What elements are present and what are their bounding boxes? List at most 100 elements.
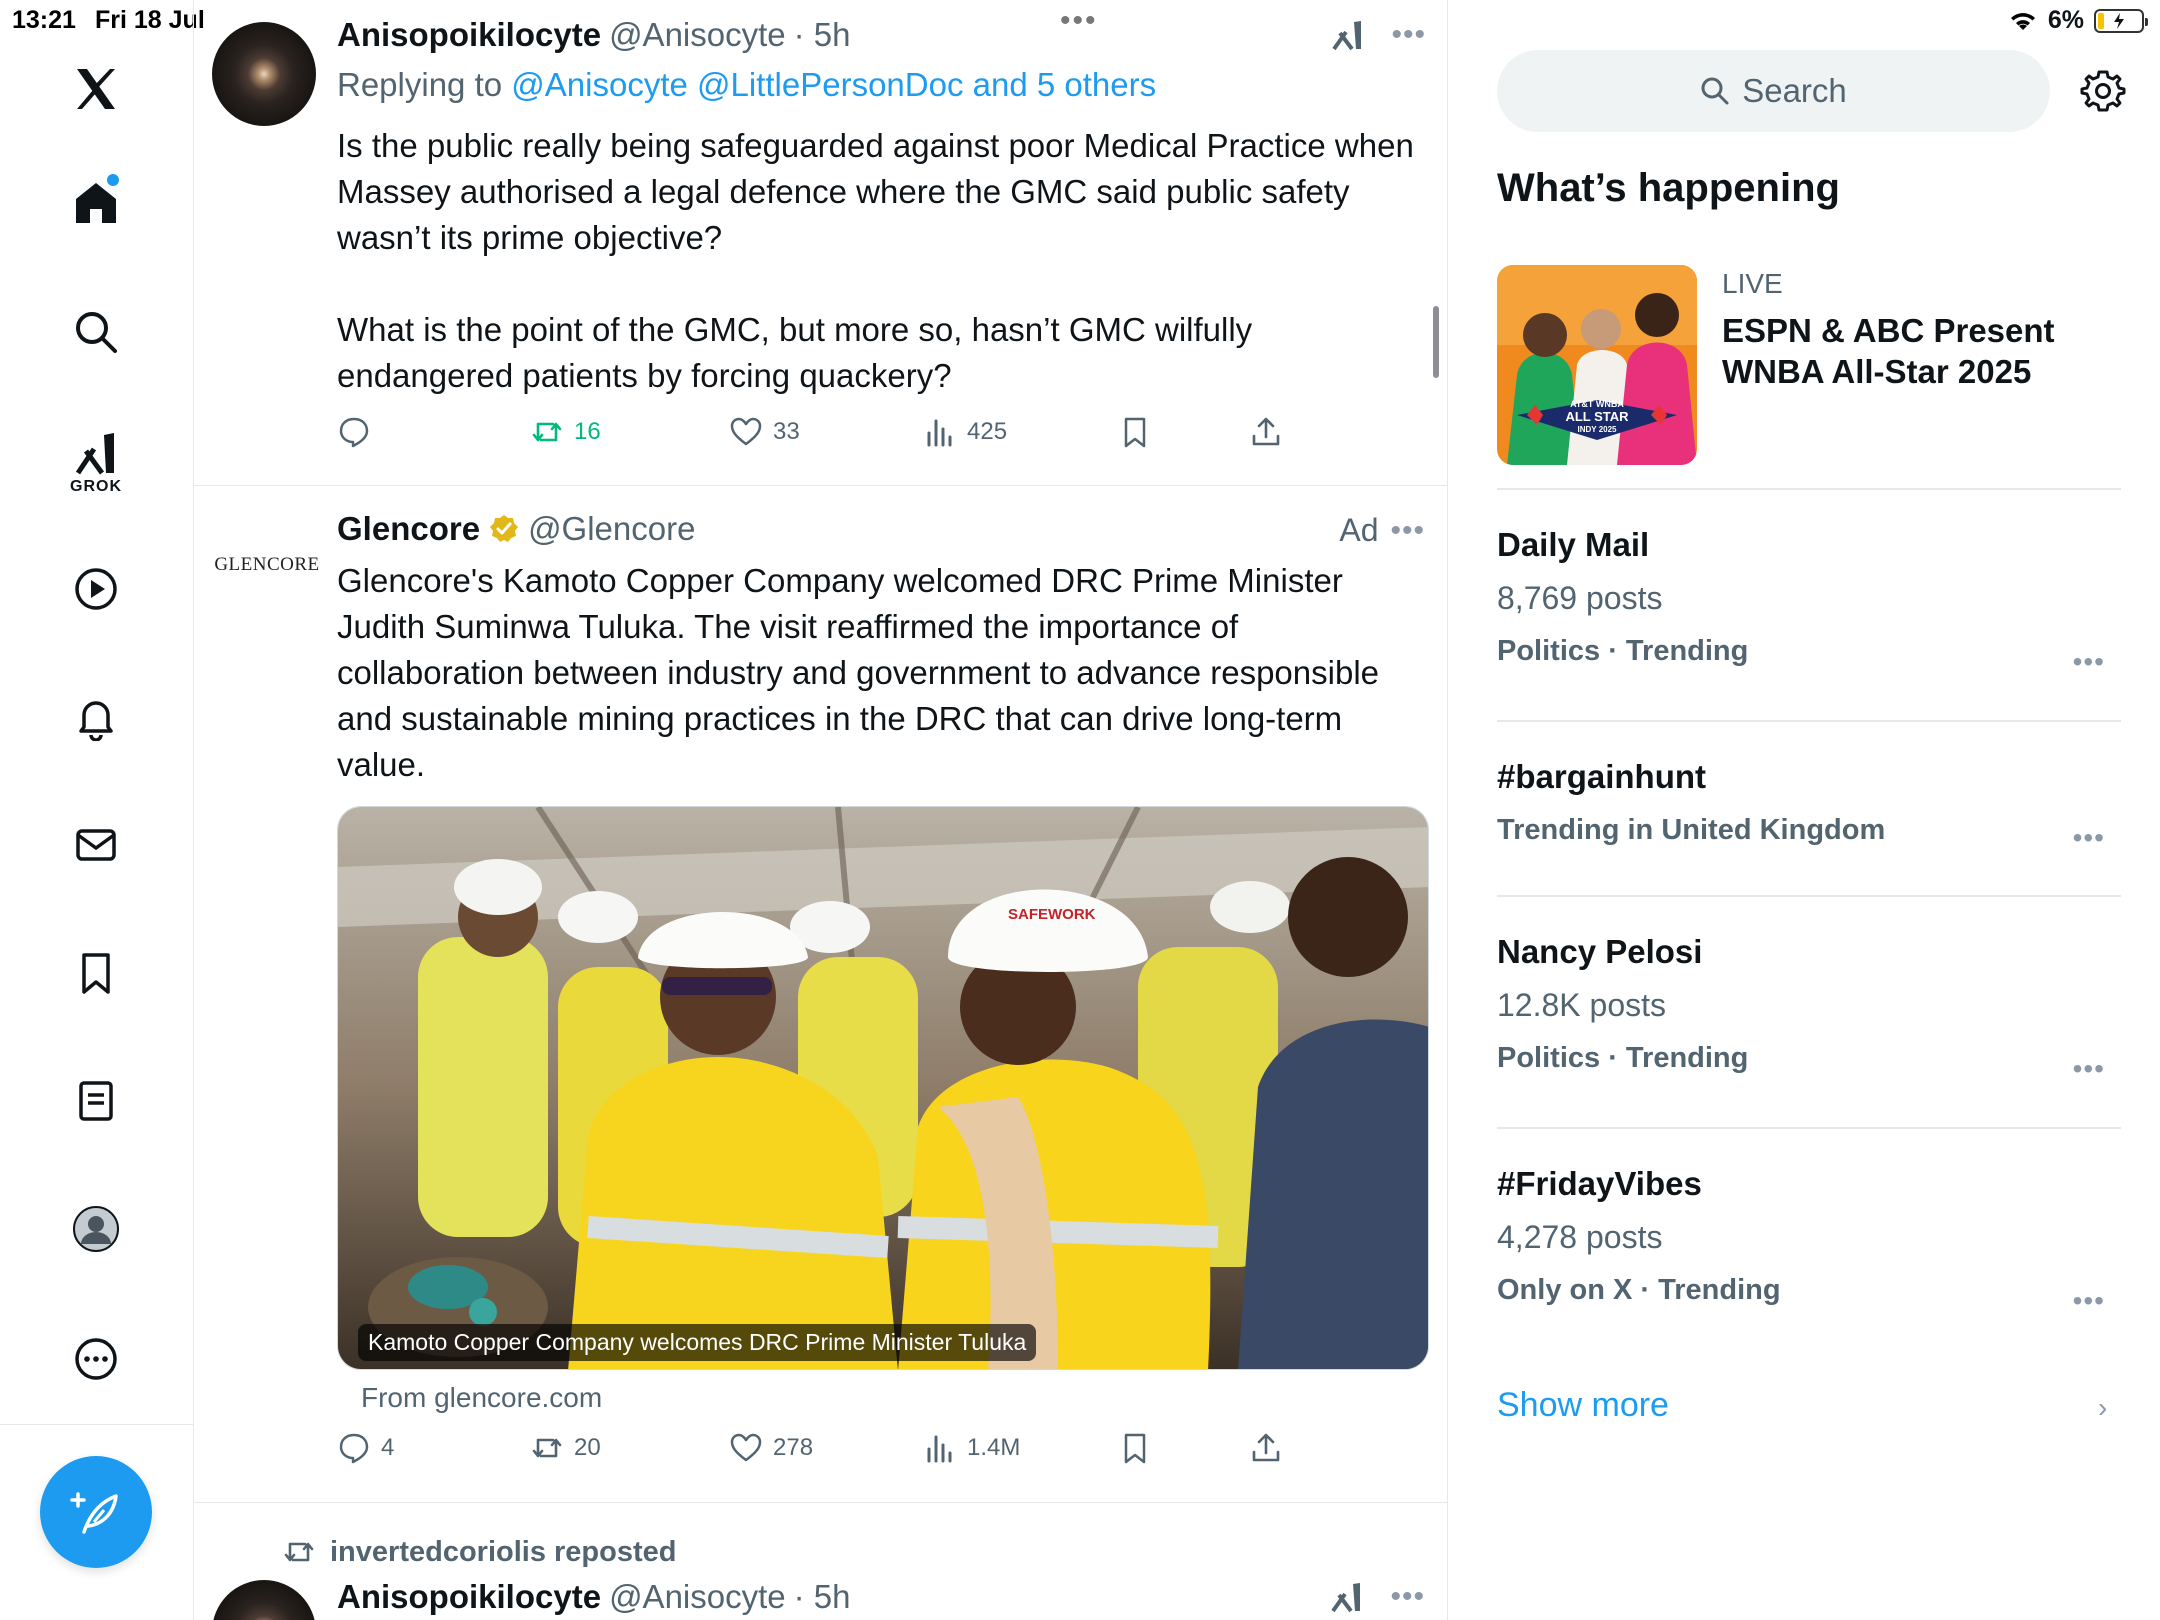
bookmark-icon bbox=[1124, 417, 1146, 448]
trend-post-count: 8,769 posts bbox=[1497, 580, 1663, 616]
retweet-count: 20 bbox=[574, 1434, 601, 1461]
thumb-text-3: INDY 2025 bbox=[1578, 425, 1618, 434]
retweet-button[interactable]: 16 bbox=[530, 415, 601, 449]
settings-gear-icon[interactable] bbox=[2078, 66, 2128, 116]
heart-icon bbox=[730, 417, 762, 446]
views-chart-icon bbox=[927, 419, 952, 447]
trend-item[interactable]: Daily Mail 8,769 posts Politics · Trendi… bbox=[1497, 526, 2121, 696]
repost-indicator: invertedcoriolis reposted bbox=[282, 1535, 677, 1569]
search-icon[interactable] bbox=[67, 303, 125, 361]
reply-button[interactable]: 4 bbox=[337, 1431, 394, 1465]
trend-item[interactable]: #FridayVibes 4,278 posts Only on X · Tre… bbox=[1497, 1165, 2121, 1335]
tweet[interactable]: Anisopoikilocyte @Anisocyte · 5h ••• Rep… bbox=[194, 0, 1447, 486]
compose-feather-icon bbox=[70, 1492, 118, 1534]
helmet-text: SAFEWORK bbox=[1008, 906, 1096, 923]
thumb-text-1: AT&T WNBA bbox=[1570, 399, 1624, 409]
battery-icon bbox=[2094, 8, 2148, 33]
avatar[interactable] bbox=[212, 22, 316, 126]
sidebar-divider bbox=[0, 1424, 194, 1425]
author-name[interactable]: Anisopoikilocyte bbox=[337, 16, 601, 54]
grok-icon[interactable] bbox=[1330, 1580, 1364, 1614]
like-button[interactable]: 33 bbox=[729, 415, 800, 449]
trend-more-icon[interactable]: ••• bbox=[2073, 1285, 2105, 1317]
replying-to: Replying to @Anisocyte @LittlePersonDoc … bbox=[337, 66, 1156, 104]
section-divider bbox=[1497, 488, 2121, 490]
home-notification-dot bbox=[107, 174, 119, 186]
tweet-actions: 16 33 425 bbox=[337, 415, 1337, 455]
profile-avatar-icon[interactable] bbox=[67, 1200, 125, 1258]
tweet-tools: Ad ••• bbox=[1339, 512, 1425, 549]
section-divider bbox=[1497, 895, 2121, 897]
live-thumbnail[interactable]: AT&T WNBA ALL STAR INDY 2025 bbox=[1497, 265, 1697, 465]
bookmark-button[interactable] bbox=[1118, 415, 1152, 449]
bookmarks-icon[interactable] bbox=[67, 944, 125, 1002]
grok-icon[interactable] bbox=[67, 424, 125, 482]
more-options-icon[interactable]: ••• bbox=[1391, 18, 1426, 52]
trend-more-icon[interactable]: ••• bbox=[2073, 822, 2105, 854]
retweet-icon bbox=[532, 422, 562, 442]
retweet-icon bbox=[284, 1542, 314, 1562]
search-icon bbox=[1701, 77, 1729, 105]
author-name[interactable]: Glencore bbox=[337, 510, 480, 548]
author-handle[interactable]: @Glencore bbox=[528, 510, 695, 548]
retweet-icon bbox=[532, 1438, 562, 1458]
trend-more-icon[interactable]: ••• bbox=[2073, 1053, 2105, 1085]
trend-item[interactable]: #bargainhunt Trending in United Kingdom … bbox=[1497, 758, 2121, 868]
trend-item[interactable]: Nancy Pelosi 12.8K posts Politics · Tren… bbox=[1497, 933, 2121, 1103]
author-name[interactable]: Anisopoikilocyte bbox=[337, 1578, 601, 1616]
trend-title: #FridayVibes bbox=[1497, 1165, 1702, 1202]
share-button[interactable] bbox=[1249, 415, 1283, 449]
tweet-text: Is the public really being safeguarded a… bbox=[337, 127, 1414, 394]
show-more-link[interactable]: Show more bbox=[1497, 1386, 1669, 1425]
like-count: 278 bbox=[773, 1434, 814, 1461]
verified-gold-badge-icon bbox=[488, 513, 520, 545]
author-handle[interactable]: @Anisocyte bbox=[609, 1578, 786, 1616]
notifications-icon[interactable] bbox=[67, 688, 125, 746]
search-input[interactable]: Search bbox=[1497, 50, 2050, 132]
media-image[interactable]: SAFEWORK Kamoto Copper Company welcomes … bbox=[337, 806, 1429, 1370]
trend-meta: Trending in United Kingdom bbox=[1497, 814, 1886, 846]
retweet-button[interactable]: 20 bbox=[530, 1431, 601, 1465]
live-event-title[interactable]: ESPN & ABC Present WNBA All-Star 2025 bbox=[1722, 310, 2102, 392]
views-button[interactable]: 425 bbox=[923, 415, 1007, 449]
ad-label: Ad bbox=[1339, 512, 1379, 548]
trend-meta: Only on X · Trending bbox=[1497, 1274, 1781, 1306]
tweet-header: Anisopoikilocyte @Anisocyte · 5h bbox=[337, 16, 851, 54]
video-icon[interactable] bbox=[67, 560, 125, 618]
repost-label[interactable]: invertedcoriolis reposted bbox=[330, 1536, 677, 1569]
glencore-logo[interactable]: GLENCORE bbox=[212, 520, 322, 610]
reply-button[interactable] bbox=[337, 415, 381, 449]
trend-more-icon[interactable]: ••• bbox=[2073, 646, 2105, 678]
media-caption: Kamoto Copper Company welcomes DRC Prime… bbox=[358, 1324, 1037, 1361]
views-button[interactable]: 1.4M bbox=[923, 1431, 1020, 1465]
trend-title: #bargainhunt bbox=[1497, 758, 1707, 795]
grok-label: GROK bbox=[70, 478, 122, 495]
compose-post-button[interactable] bbox=[40, 1456, 152, 1568]
grok-icon[interactable] bbox=[1331, 18, 1365, 52]
author-handle[interactable]: @Anisocyte bbox=[609, 16, 786, 54]
more-options-icon[interactable]: ••• bbox=[1390, 1580, 1425, 1614]
messages-icon[interactable] bbox=[67, 816, 125, 874]
avatar[interactable] bbox=[212, 1580, 316, 1620]
lists-icon[interactable] bbox=[67, 1072, 125, 1130]
status-indicators: 6% bbox=[2008, 6, 2148, 35]
replying-to-links[interactable]: @Anisocyte @LittlePersonDoc and 5 others bbox=[511, 66, 1156, 103]
trend-title: Daily Mail bbox=[1497, 526, 1650, 563]
view-count: 1.4M bbox=[967, 1434, 1021, 1461]
live-label: LIVE bbox=[1722, 268, 1783, 299]
battery-percent: 6% bbox=[2047, 6, 2084, 34]
more-options-icon[interactable] bbox=[67, 1330, 125, 1388]
section-divider bbox=[1497, 720, 2121, 722]
scrollbar[interactable] bbox=[1433, 306, 1439, 378]
like-button[interactable]: 278 bbox=[729, 1431, 813, 1465]
ad-source[interactable]: From glencore.com bbox=[361, 1382, 602, 1414]
bookmark-button[interactable] bbox=[1118, 1431, 1152, 1465]
more-options-icon[interactable]: ••• bbox=[1390, 514, 1425, 548]
tweet-text: Glencore's Kamoto Copper Company welcome… bbox=[337, 562, 1389, 783]
tweet-actions: 4 20 278 1.4M bbox=[337, 1431, 1337, 1471]
tweet-tools: ••• bbox=[1331, 18, 1426, 52]
x-logo-icon[interactable] bbox=[67, 60, 125, 118]
share-button[interactable] bbox=[1249, 1431, 1283, 1465]
mining-visit-photo: SAFEWORK bbox=[338, 807, 1428, 1369]
like-count: 33 bbox=[773, 418, 800, 445]
